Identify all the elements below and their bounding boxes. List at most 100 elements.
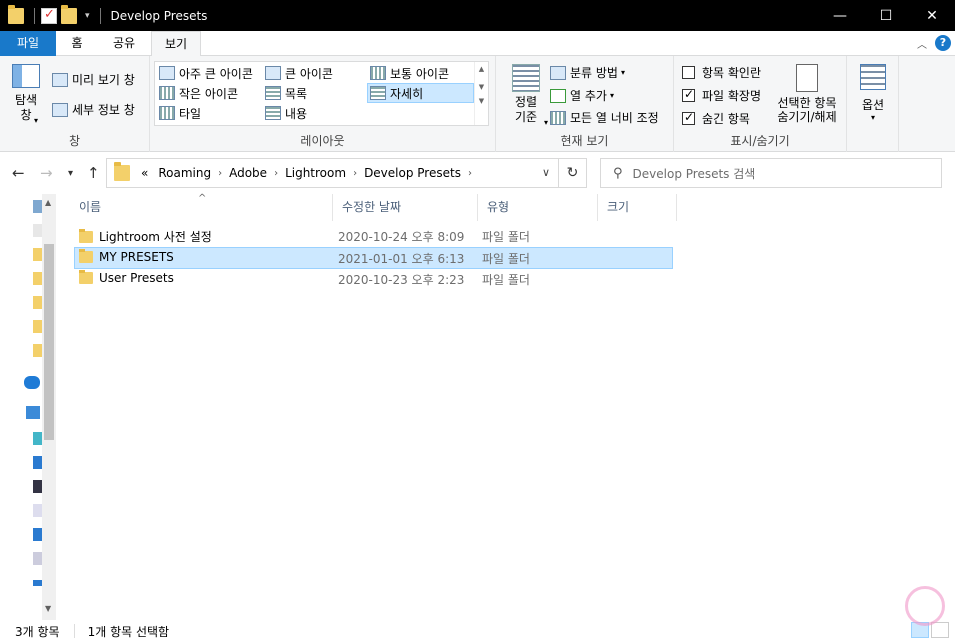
sort-icon (512, 64, 540, 92)
column-header-size[interactable]: 크기 (598, 194, 677, 221)
tab-file[interactable]: 파일 (0, 31, 56, 56)
this-pc-icon[interactable] (26, 406, 40, 419)
preview-pane-label: 미리 보기 창 (72, 73, 135, 87)
current-view-group: 정렬 기준 ▾ 분류 방법 ▾ 열 추가 ▾ 모든 열 너비 조정 현재 보기 (496, 56, 674, 152)
address-bar[interactable]: « Roaming › Adobe › Lightroom › Develop … (106, 158, 559, 188)
layout-tiles[interactable]: 타일 (157, 103, 201, 123)
onedrive-icon[interactable] (24, 376, 40, 389)
forward-icon[interactable]: → (40, 164, 53, 182)
layout-label: 보통 아이콘 (390, 66, 450, 81)
breadcrumb-roaming[interactable]: Roaming (158, 166, 211, 180)
folder-icon (79, 249, 93, 263)
group-label-show-hide: 표시/숨기기 (730, 134, 790, 148)
layout-gallery-scroll[interactable]: ▲ ▼ ▼ (474, 62, 488, 125)
layout-extra-large-icons[interactable]: 아주 큰 아이콘 (157, 63, 253, 83)
table-row[interactable]: MY PRESETS 2021-01-01 오후 6:13 파일 폴더 (74, 247, 673, 269)
tiles-icon (159, 106, 175, 120)
refresh-icon[interactable]: ↻ (559, 158, 587, 188)
chevron-right-icon[interactable]: › (353, 168, 357, 179)
up-icon[interactable]: ↑ (87, 164, 100, 182)
chevron-right-icon[interactable]: › (274, 168, 278, 179)
layout-content[interactable]: 내용 (263, 103, 307, 123)
chevron-down-icon: ▾ (544, 118, 549, 127)
nav-pane-label: 탐색 창 (14, 93, 38, 122)
minimize-button[interactable]: — (817, 0, 863, 31)
file-date: 2020-10-23 오후 2:23 (338, 273, 465, 287)
details-pane-icon (52, 102, 68, 117)
options-button[interactable]: 옵션 ▾ (855, 64, 891, 122)
column-header-type[interactable]: 유형 (478, 194, 598, 221)
scroll-up-icon[interactable]: ▲ (475, 65, 488, 73)
group-by-icon (550, 65, 566, 80)
search-box[interactable]: ⚲ Develop Presets 검색 (600, 158, 942, 188)
customize-dropdown-icon[interactable]: ▾ (85, 11, 90, 21)
tab-view[interactable]: 보기 (151, 31, 201, 57)
column-header-date-modified[interactable]: 수정한 날짜 (333, 194, 478, 221)
maximize-button[interactable]: ☐ (863, 0, 909, 31)
hidden-items-toggle[interactable]: 숨긴 항목 (682, 110, 750, 127)
folder-icon (79, 270, 93, 284)
scroll-down-icon[interactable]: ▼ (475, 83, 488, 91)
hide-selected-button[interactable]: 선택한 항목 숨기기/해제 (772, 64, 842, 124)
folder-icon (8, 4, 24, 24)
options-group: 옵션 ▾ (847, 56, 899, 152)
navigation-pane-scrollbar[interactable]: ▲ ▼ (42, 194, 56, 620)
title-bar: ▾ Develop Presets — ☐ ✕ (0, 0, 955, 31)
expand-gallery-icon[interactable]: ▼ (475, 97, 488, 105)
collapse-ribbon-icon[interactable]: ︿ (917, 36, 927, 51)
new-folder-icon[interactable] (61, 4, 77, 24)
options-icon (860, 64, 886, 90)
layout-list[interactable]: 목록 (263, 83, 307, 103)
breadcrumb-adobe[interactable]: Adobe (229, 166, 267, 180)
search-input[interactable]: Develop Presets 검색 (633, 165, 756, 182)
table-row[interactable]: User Presets 2020-10-23 오후 2:23 파일 폴더 (74, 268, 673, 290)
item-checkboxes-checkbox[interactable] (682, 66, 695, 79)
breadcrumb-develop-presets[interactable]: Develop Presets (364, 166, 461, 180)
table-row[interactable]: Lightroom 사전 설정 2020-10-24 오후 8:09 파일 폴더 (74, 225, 673, 247)
watermark-logo (905, 586, 945, 626)
column-header-name[interactable]: 이름 (70, 194, 333, 221)
nav-pane-button[interactable]: 탐색 창 ▾ (6, 64, 46, 125)
back-icon[interactable]: ← (12, 164, 25, 182)
close-button[interactable]: ✕ (909, 0, 955, 31)
chevron-right-icon[interactable]: › (218, 168, 222, 179)
group-by-button[interactable]: 분류 방법 ▾ (550, 64, 625, 81)
item-checkboxes-toggle[interactable]: 항목 확인란 (682, 64, 761, 81)
sort-by-button[interactable]: 정렬 기준 ▾ (506, 64, 549, 127)
tab-share[interactable]: 공유 (98, 31, 150, 56)
nav-pane-icon (12, 64, 40, 88)
navigation-bar: ← → ▾ ↑ « Roaming › Adobe › Lightroom › … (0, 152, 955, 194)
size-all-columns-label: 모든 열 너비 조정 (570, 111, 659, 125)
file-extensions-checkbox[interactable] (682, 87, 695, 102)
scroll-down-icon[interactable]: ▼ (45, 604, 51, 613)
scroll-up-icon[interactable]: ▲ (45, 198, 51, 207)
layout-details[interactable]: 자세히 (367, 83, 474, 103)
preview-pane-button[interactable]: 미리 보기 창 (52, 71, 135, 88)
breadcrumb-lightroom[interactable]: Lightroom (285, 166, 346, 180)
address-history-dropdown-icon[interactable]: ∨ (536, 166, 556, 179)
add-columns-button[interactable]: 열 추가 ▾ (550, 87, 614, 104)
layout-small-icons[interactable]: 작은 아이콘 (157, 83, 238, 103)
layout-label: 큰 아이콘 (285, 66, 333, 81)
chevron-right-icon[interactable]: › (468, 168, 472, 179)
layout-label: 타일 (179, 106, 202, 121)
properties-icon[interactable] (41, 7, 57, 24)
scrollbar-thumb[interactable] (44, 244, 54, 440)
file-name: Lightroom 사전 설정 (99, 230, 212, 244)
recent-locations-icon[interactable]: ▾ (68, 168, 73, 179)
tab-home[interactable]: 홈 (56, 31, 98, 56)
details-pane-button[interactable]: 세부 정보 창 (52, 101, 135, 118)
chevron-down-icon: ▾ (870, 113, 875, 122)
file-date: 2020-10-24 오후 8:09 (338, 230, 465, 244)
layout-large-icons[interactable]: 큰 아이콘 (263, 63, 333, 83)
breadcrumb-overflow[interactable]: « (141, 166, 148, 180)
size-all-columns-button[interactable]: 모든 열 너비 조정 (550, 109, 659, 126)
help-icon[interactable]: ? (935, 35, 951, 51)
folder-icon (114, 162, 130, 181)
large-icons-view-button[interactable] (931, 622, 949, 638)
layout-medium-icons[interactable]: 보통 아이콘 (368, 63, 449, 83)
hidden-items-label: 숨긴 항목 (702, 112, 750, 126)
hide-selected-icon (796, 64, 818, 92)
file-extensions-toggle[interactable]: 파일 확장명 (682, 87, 761, 104)
hidden-items-checkbox[interactable] (682, 110, 695, 125)
